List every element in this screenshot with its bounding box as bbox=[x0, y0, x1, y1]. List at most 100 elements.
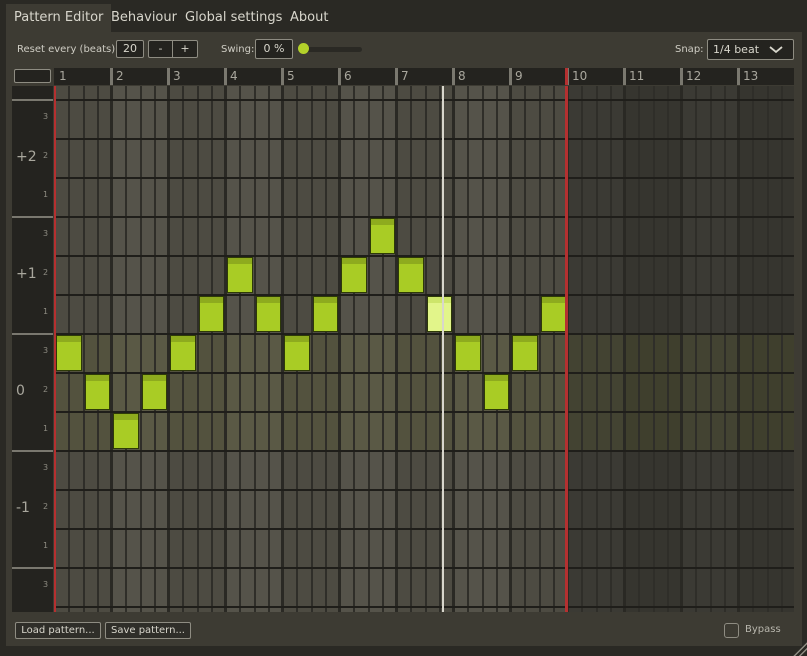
sub-row-label: 1 bbox=[43, 307, 49, 316]
ruler-beat-number: 8 bbox=[458, 69, 466, 83]
sub-row-label: 3 bbox=[43, 346, 49, 355]
subdivision-line bbox=[325, 86, 327, 612]
reset-beats-input[interactable]: 20 bbox=[116, 40, 144, 58]
bypass-checkbox[interactable] bbox=[724, 623, 739, 638]
note-cell[interactable] bbox=[369, 218, 395, 254]
note-cell[interactable] bbox=[56, 335, 82, 371]
octave-separator bbox=[12, 99, 53, 101]
ruler-beat-number: 10 bbox=[572, 69, 588, 83]
note-cell[interactable] bbox=[284, 335, 310, 371]
increment-button[interactable]: + bbox=[173, 41, 197, 57]
ruler-beat-number: 1 bbox=[59, 69, 67, 83]
sub-row-label: 3 bbox=[43, 580, 49, 589]
ruler-beat-number: 9 bbox=[515, 69, 523, 83]
subdivision-line bbox=[140, 86, 142, 612]
tab-behaviour[interactable]: Behaviour bbox=[103, 4, 185, 32]
subdivision-line bbox=[653, 86, 655, 612]
ruler-beat-number: 5 bbox=[287, 69, 295, 83]
note-cell[interactable] bbox=[141, 374, 167, 410]
note-cell-playing[interactable] bbox=[426, 296, 452, 332]
load-pattern-button[interactable]: Load pattern... bbox=[15, 622, 101, 639]
playhead bbox=[442, 86, 444, 612]
note-cell[interactable] bbox=[398, 257, 424, 293]
beat-line bbox=[338, 86, 341, 612]
save-pattern-button[interactable]: Save pattern... bbox=[105, 622, 191, 639]
subdivision-line bbox=[596, 86, 598, 612]
note-cell[interactable] bbox=[113, 413, 139, 449]
subdivision-line bbox=[353, 86, 355, 612]
subdivision-line bbox=[311, 86, 313, 612]
subdivision-line bbox=[695, 86, 697, 612]
row-line bbox=[54, 333, 794, 335]
note-cell[interactable] bbox=[540, 296, 566, 332]
subdivision-line bbox=[254, 86, 256, 612]
row-line bbox=[54, 255, 794, 257]
reset-stepper: - + bbox=[148, 40, 198, 58]
subdivision-line bbox=[211, 86, 213, 612]
tab-pattern-editor[interactable]: Pattern Editor bbox=[6, 4, 112, 32]
subdivision-line bbox=[539, 86, 541, 612]
note-cell[interactable] bbox=[483, 374, 509, 410]
swing-label: Swing: bbox=[221, 44, 255, 55]
note-cell[interactable] bbox=[255, 296, 281, 332]
pitch-row-labels: 3 2 1 +2 3 2 1 +1 3 2 1 0 3 2 1 -1 3 bbox=[12, 86, 53, 612]
sub-row-label: 2 bbox=[43, 268, 49, 277]
subdivision-line bbox=[83, 86, 85, 612]
loop-end-line[interactable] bbox=[565, 86, 568, 612]
row-line bbox=[54, 294, 794, 296]
sub-row-label: 3 bbox=[43, 112, 49, 121]
subdivision-line bbox=[667, 86, 669, 612]
subdivision-line bbox=[767, 86, 769, 612]
pattern-grid[interactable] bbox=[54, 86, 794, 612]
row-line bbox=[54, 450, 794, 452]
ruler-beat-marker bbox=[110, 68, 113, 85]
ruler-beat-number: 12 bbox=[686, 69, 702, 83]
subdivision-line bbox=[410, 86, 412, 612]
tab-about[interactable]: About bbox=[282, 4, 336, 32]
row-line bbox=[54, 138, 794, 140]
octave-separator bbox=[12, 216, 53, 218]
snap-value: 1/4 beat bbox=[713, 43, 760, 56]
resize-grip-icon[interactable] bbox=[793, 642, 807, 656]
note-cell[interactable] bbox=[341, 257, 367, 293]
loop-end-marker[interactable] bbox=[565, 68, 568, 85]
bypass-label: Bypass bbox=[745, 624, 781, 635]
snap-label: Snap: bbox=[675, 44, 704, 55]
note-cell[interactable] bbox=[170, 335, 196, 371]
subdivision-line bbox=[239, 86, 241, 612]
note-cell[interactable] bbox=[312, 296, 338, 332]
octave-separator bbox=[12, 567, 53, 569]
note-cell[interactable] bbox=[512, 335, 538, 371]
note-cell[interactable] bbox=[455, 335, 481, 371]
beat-ruler[interactable]: 1 2 3 4 5 6 7 8 9 10 11 12 13 bbox=[54, 68, 794, 85]
subdivision-line bbox=[382, 86, 384, 612]
subdivision-line bbox=[553, 86, 555, 612]
ruler-beat-marker bbox=[452, 68, 455, 85]
note-cell[interactable] bbox=[84, 374, 110, 410]
note-cell[interactable] bbox=[198, 296, 224, 332]
ruler-beat-number: 2 bbox=[116, 69, 124, 83]
octave-label: 0 bbox=[16, 382, 25, 399]
note-cell[interactable] bbox=[227, 257, 253, 293]
sub-row-label: 2 bbox=[43, 385, 49, 394]
loop-start-line[interactable] bbox=[54, 86, 56, 612]
decrement-button[interactable]: - bbox=[149, 41, 173, 57]
octave-separator bbox=[12, 333, 53, 335]
subdivision-line bbox=[97, 86, 99, 612]
beat-line bbox=[737, 86, 740, 612]
snap-dropdown[interactable]: 1/4 beat bbox=[707, 39, 794, 60]
sub-row-label: 3 bbox=[43, 463, 49, 472]
select-all-box[interactable] bbox=[14, 69, 51, 83]
subdivision-line bbox=[724, 86, 726, 612]
subdivision-line bbox=[496, 86, 498, 612]
ruler-beat-marker bbox=[680, 68, 683, 85]
swing-slider[interactable] bbox=[300, 47, 362, 52]
swing-value-input[interactable]: 0 % bbox=[255, 39, 293, 59]
sub-row-label: 1 bbox=[43, 424, 49, 433]
subdivision-line bbox=[125, 86, 127, 612]
beat-line bbox=[110, 86, 113, 612]
ruler-beat-number: 6 bbox=[344, 69, 352, 83]
tab-global-settings[interactable]: Global settings bbox=[177, 4, 290, 32]
swing-slider-knob[interactable] bbox=[298, 43, 309, 54]
subdivision-line bbox=[610, 86, 612, 612]
